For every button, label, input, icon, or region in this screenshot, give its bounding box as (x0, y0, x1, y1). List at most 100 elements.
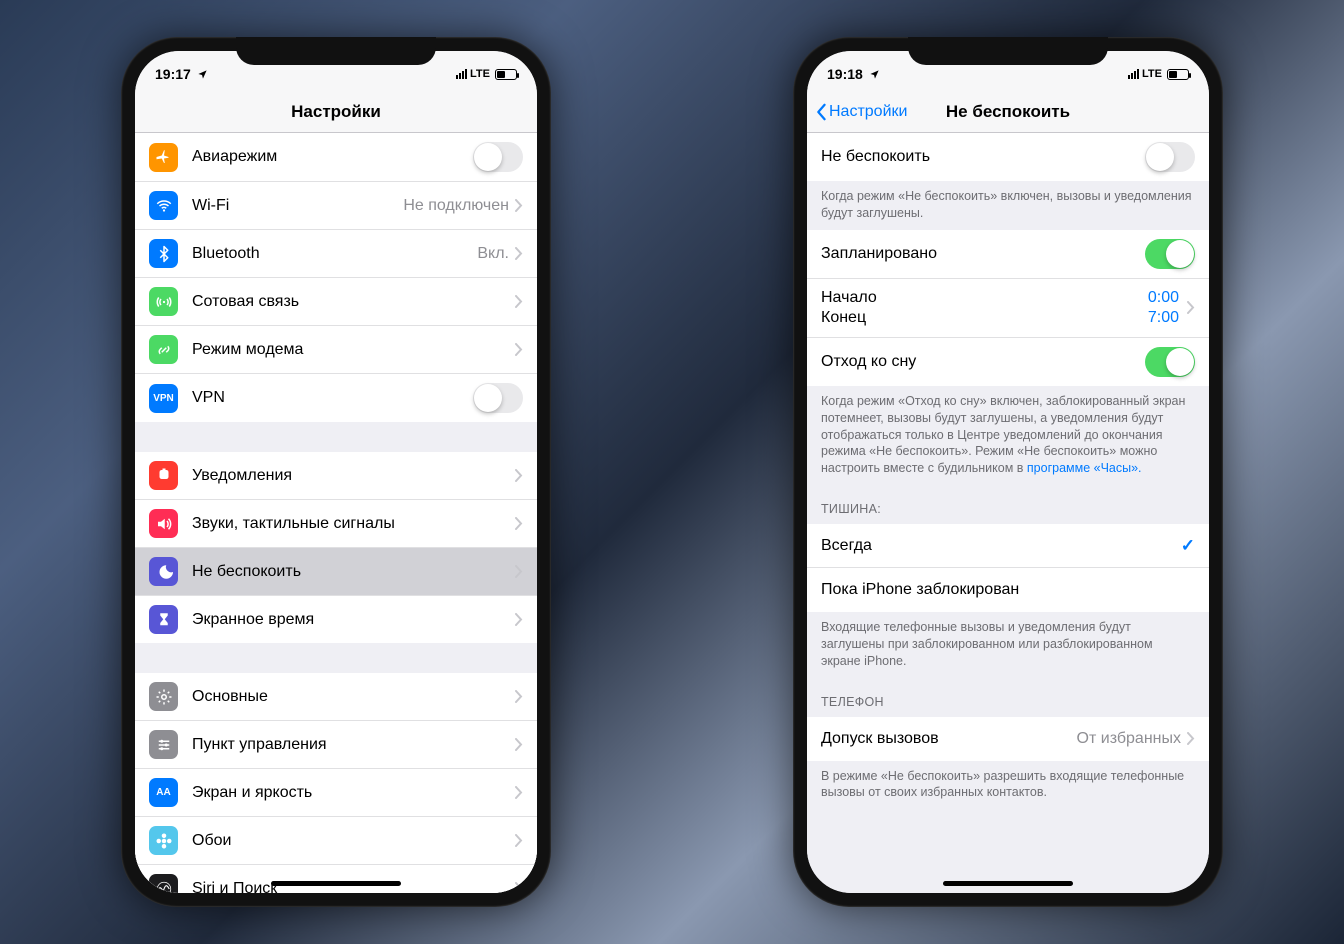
signal-icon (456, 69, 467, 79)
back-button[interactable]: Настройки (815, 103, 907, 121)
cell-display[interactable]: AAЭкран и яркость (135, 769, 537, 817)
toggle-vpn[interactable] (473, 383, 523, 413)
signal-icon (1128, 69, 1139, 79)
cell-label: Режим модема (192, 341, 515, 359)
silence-header: ТИШИНА: (807, 485, 1209, 524)
cell-dnd[interactable]: Не беспокоить (135, 548, 537, 596)
cell-label: Основные (192, 688, 515, 706)
cell-label: Экранное время (192, 611, 515, 629)
toggle-bedtime[interactable] (1145, 347, 1195, 377)
wallpaper-icon (149, 826, 178, 855)
bedtime-desc: Когда режим «Отход ко сну» включен, забл… (807, 386, 1209, 485)
cell-label: Звуки, тактильные сигналы (192, 515, 515, 533)
chevron-right-icon (515, 565, 523, 578)
cell-cellular[interactable]: Сотовая связь (135, 278, 537, 326)
toggle-scheduled[interactable] (1145, 239, 1195, 269)
phone-header: ТЕЛЕФОН (807, 678, 1209, 717)
chevron-right-icon (515, 343, 523, 356)
screen-settings: 19:17 LTE Настройки Авиарежим Wi-FiНе под… (135, 51, 537, 893)
cell-bluetooth[interactable]: BluetoothВкл. (135, 230, 537, 278)
chevron-right-icon (515, 786, 523, 799)
controlcenter-icon (149, 730, 178, 759)
cell-label: Bluetooth (192, 245, 477, 263)
bluetooth-icon (149, 239, 178, 268)
settings-list[interactable]: АвиарежимWi-FiНе подключенBluetoothВкл.С… (135, 133, 537, 893)
airplane-icon (149, 143, 178, 172)
cell-label: Пока iPhone заблокирован (821, 581, 1195, 599)
cell-notifications[interactable]: Уведомления (135, 452, 537, 500)
cell-dnd-toggle[interactable]: Не беспокоить (807, 133, 1209, 181)
status-time: 19:17 (155, 66, 191, 82)
cellular-icon (149, 287, 178, 316)
cell-label: Не беспокоить (821, 148, 1145, 166)
cell-value: Вкл. (477, 245, 509, 263)
screen-dnd: 19:18 LTE Настройки Не беспокоить Не бес… (807, 51, 1209, 893)
nav-bar: Настройки (135, 91, 537, 133)
clock-app-link[interactable]: программе «Часы». (1027, 461, 1142, 475)
screentime-icon (149, 605, 178, 634)
chevron-right-icon (515, 295, 523, 308)
location-icon (197, 69, 208, 80)
notch (908, 37, 1108, 65)
dnd-icon (149, 557, 178, 586)
cell-screentime[interactable]: Экранное время (135, 596, 537, 643)
chevron-right-icon (1187, 301, 1195, 314)
toggle-dnd[interactable] (1145, 142, 1195, 172)
display-icon: AA (149, 778, 178, 807)
cell-label: Допуск вызовов (821, 730, 1077, 748)
status-time: 19:18 (827, 66, 863, 82)
cell-label: Всегда (821, 537, 1181, 555)
dnd-content[interactable]: Не беспокоить Когда режим «Не беспокоить… (807, 133, 1209, 893)
chevron-right-icon (515, 690, 523, 703)
chevron-right-icon (515, 613, 523, 626)
phone-right: 19:18 LTE Настройки Не беспокоить Не бес… (793, 37, 1223, 907)
cell-hotspot[interactable]: Режим модема (135, 326, 537, 374)
cell-wifi[interactable]: Wi-FiНе подключен (135, 182, 537, 230)
cell-label: Обои (192, 832, 515, 850)
notifications-icon (149, 461, 178, 490)
cell-label: VPN (192, 389, 473, 407)
phone-left: 19:17 LTE Настройки Авиарежим Wi-FiНе под… (121, 37, 551, 907)
cell-airplane[interactable]: Авиарежим (135, 133, 537, 182)
cell-siri[interactable]: Siri и Поиск (135, 865, 537, 893)
start-value: 0:00 (1148, 289, 1179, 307)
chevron-left-icon (815, 103, 827, 121)
cell-label: Пункт управления (192, 736, 515, 754)
back-label: Настройки (829, 103, 907, 121)
battery-icon (1167, 69, 1189, 80)
chevron-right-icon (515, 517, 523, 530)
notch (236, 37, 436, 65)
chevron-right-icon (515, 738, 523, 751)
cell-silence-always[interactable]: Всегда ✓ (807, 524, 1209, 568)
cell-silence-locked[interactable]: Пока iPhone заблокирован (807, 568, 1209, 612)
vpn-icon: VPN (149, 384, 178, 413)
location-icon (869, 69, 880, 80)
cell-bedtime[interactable]: Отход ко сну (807, 338, 1209, 386)
chevron-right-icon (1187, 732, 1195, 745)
wifi-icon (149, 191, 178, 220)
status-network: LTE (1142, 68, 1162, 80)
chevron-right-icon (515, 469, 523, 482)
home-indicator[interactable] (271, 881, 401, 886)
cell-label: Не беспокоить (192, 563, 515, 581)
start-label: Начало (821, 289, 877, 307)
home-indicator[interactable] (943, 881, 1073, 886)
cell-general[interactable]: Основные (135, 673, 537, 721)
cell-vpn[interactable]: VPN VPN (135, 374, 537, 422)
cell-label: Сотовая связь (192, 293, 515, 311)
chevron-right-icon (515, 834, 523, 847)
cell-schedule-time[interactable]: Начало 0:00 Конец 7:00 (807, 279, 1209, 338)
dnd-desc: Когда режим «Не беспокоить» включен, выз… (807, 181, 1209, 230)
cell-wallpaper[interactable]: Обои (135, 817, 537, 865)
status-network: LTE (470, 68, 490, 80)
end-value: 7:00 (1148, 309, 1179, 327)
cell-allow-calls[interactable]: Допуск вызовов От избранных (807, 717, 1209, 761)
siri-icon (149, 874, 178, 893)
cell-label: Авиарежим (192, 148, 473, 166)
cell-controlcenter[interactable]: Пункт управления (135, 721, 537, 769)
sounds-icon (149, 509, 178, 538)
cell-label: Отход ко сну (821, 353, 1145, 371)
toggle-airplane[interactable] (473, 142, 523, 172)
cell-scheduled[interactable]: Запланировано (807, 230, 1209, 279)
cell-sounds[interactable]: Звуки, тактильные сигналы (135, 500, 537, 548)
